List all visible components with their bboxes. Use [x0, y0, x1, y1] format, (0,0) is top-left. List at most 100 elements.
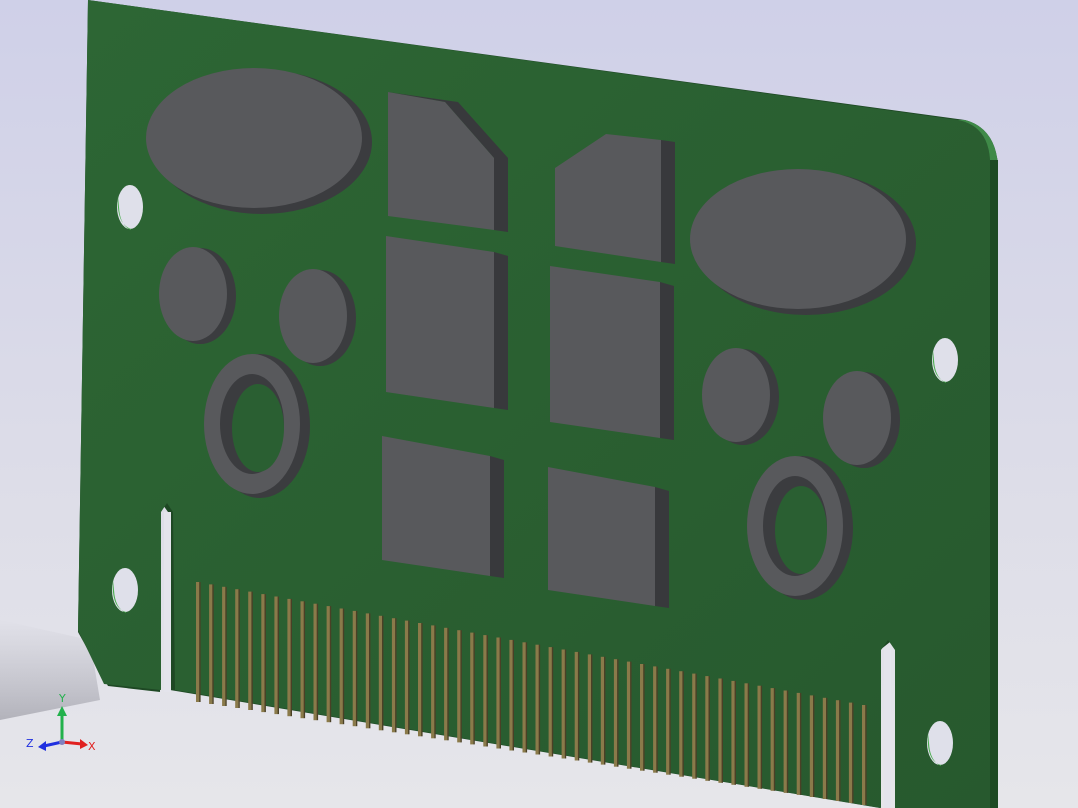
- gold-finger: [248, 591, 252, 710]
- gold-finger-side: [421, 623, 423, 737]
- gold-finger: [444, 627, 448, 741]
- mounting-hole: [932, 338, 958, 382]
- gold-finger-side: [838, 700, 841, 801]
- mounting-hole: [112, 568, 138, 612]
- gold-finger-side: [538, 644, 541, 755]
- gold-finger: [261, 594, 265, 713]
- gold-finger-side: [290, 598, 292, 717]
- triad-z-arrow: [38, 741, 46, 751]
- gold-finger: [326, 606, 330, 723]
- gold-finger-side: [499, 637, 501, 749]
- gold-finger-side: [551, 647, 554, 757]
- gold-finger: [783, 690, 787, 793]
- gold-finger-side: [747, 683, 750, 787]
- gold-finger-side: [721, 678, 723, 783]
- gold-finger: [692, 673, 696, 779]
- gold-finger: [835, 700, 840, 801]
- gold-finger: [613, 659, 618, 767]
- square-chip: [550, 266, 674, 440]
- gold-finger: [757, 685, 761, 789]
- gold-finger: [352, 610, 356, 727]
- gold-finger: [391, 618, 396, 733]
- gold-finger-side: [643, 664, 645, 771]
- mounting-hole: [927, 721, 953, 765]
- triad-x-arrow: [80, 739, 88, 749]
- gold-finger: [561, 649, 565, 759]
- triad-origin: [59, 739, 65, 745]
- gold-finger: [378, 615, 382, 731]
- gold-finger: [235, 589, 239, 708]
- gold-finger: [404, 620, 409, 735]
- gold-finger: [535, 644, 539, 755]
- gold-finger: [718, 678, 722, 783]
- gold-finger-side: [407, 620, 410, 735]
- gold-finger: [222, 586, 226, 706]
- square-chip: [548, 467, 669, 608]
- gold-finger: [496, 637, 500, 749]
- gold-finger: [313, 603, 317, 721]
- triad-y-label: Y: [58, 692, 66, 705]
- gold-finger-side: [303, 601, 306, 719]
- gold-finger-side: [342, 608, 345, 725]
- gold-finger: [653, 666, 657, 773]
- edge-slot-right: [884, 650, 891, 808]
- gold-finger-side: [669, 668, 671, 775]
- gold-finger: [548, 647, 552, 757]
- gold-finger-side: [316, 603, 319, 721]
- gold-finger-side: [277, 596, 279, 715]
- gold-finger-side: [512, 639, 514, 751]
- gold-finger: [522, 642, 526, 753]
- gold-finger-side: [460, 630, 462, 743]
- pcb-right-side: [990, 160, 998, 808]
- gold-finger-side: [225, 586, 227, 706]
- gold-finger: [457, 630, 461, 743]
- gold-finger-side: [394, 618, 397, 733]
- gold-finger: [626, 661, 631, 769]
- gold-finger: [274, 596, 278, 715]
- gold-finger-side: [486, 635, 488, 747]
- gold-finger: [196, 582, 200, 702]
- gold-finger-side: [825, 697, 828, 799]
- gold-finger-side: [525, 642, 528, 753]
- gold-finger-side: [251, 591, 253, 710]
- gold-finger: [509, 639, 513, 751]
- gold-finger-side: [329, 606, 332, 723]
- triad-x-axis: [61, 740, 83, 746]
- gold-finger: [574, 651, 578, 761]
- gold-finger: [470, 632, 474, 745]
- gold-finger: [666, 668, 670, 775]
- gold-finger: [679, 671, 683, 777]
- gold-finger: [809, 695, 813, 797]
- gold-finger-side: [656, 666, 658, 773]
- square-chip: [382, 436, 504, 578]
- gold-finger-side: [629, 661, 632, 769]
- gold-finger-side: [238, 589, 240, 708]
- gold-finger: [640, 664, 644, 771]
- gold-finger-side: [799, 692, 802, 795]
- square-chip: [386, 236, 508, 410]
- gold-finger-side: [473, 632, 475, 745]
- gold-finger-side: [381, 615, 384, 731]
- gold-finger: [822, 697, 826, 799]
- gold-finger: [731, 680, 735, 785]
- gold-finger-side: [355, 610, 358, 727]
- gold-finger-side: [590, 654, 593, 763]
- gold-finger: [705, 676, 709, 781]
- gold-finger-side: [695, 673, 697, 779]
- gold-finger: [418, 623, 422, 737]
- gold-finger-side: [603, 656, 606, 765]
- gold-finger: [339, 608, 343, 725]
- gold-finger: [862, 705, 866, 805]
- gold-finger-side: [773, 688, 776, 791]
- gold-finger: [209, 584, 213, 704]
- gold-finger: [600, 656, 604, 765]
- cad-viewport[interactable]: Y X Z: [0, 0, 1078, 808]
- gold-finger: [483, 635, 487, 747]
- gold-finger-side: [734, 680, 736, 785]
- edge-slot-left: [164, 512, 171, 692]
- gold-finger-side: [564, 649, 567, 759]
- pcb-3d-model[interactable]: Y X Z: [0, 0, 1078, 808]
- gold-finger-side: [199, 582, 201, 702]
- gold-finger: [300, 601, 304, 719]
- gold-finger-side: [760, 685, 763, 789]
